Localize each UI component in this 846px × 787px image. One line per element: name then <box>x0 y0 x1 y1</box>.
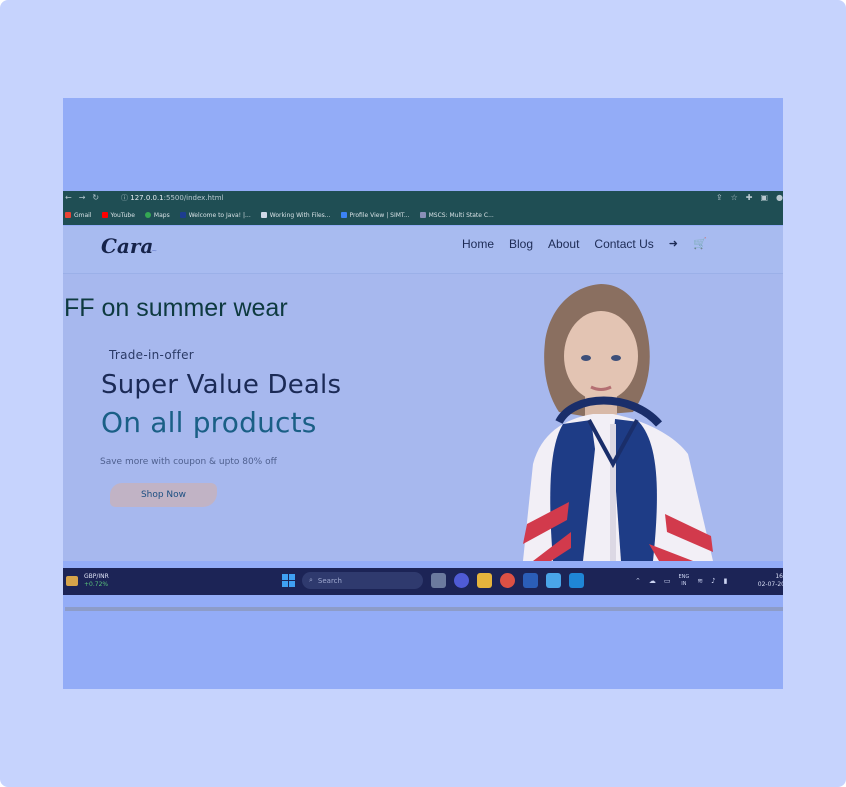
promo-marquee: FF on summer wear <box>64 294 288 322</box>
bookmark-label: Gmail <box>74 211 92 219</box>
time: 16: <box>775 573 783 580</box>
url-host: 127.0.0.1 <box>130 194 164 202</box>
bookmarks-bar: Gmail YouTube Maps Welcome to Java! |...… <box>63 205 783 225</box>
logo-flourish: ~ <box>151 247 158 255</box>
vscode-icon[interactable] <box>569 573 584 588</box>
back-icon[interactable]: ← <box>65 193 72 203</box>
hero-section: FF on summer wear Trade-in-offer Super V… <box>63 274 783 611</box>
hero-subheading: Trade-in-offer <box>109 348 194 362</box>
volume-icon[interactable]: ♪ <box>711 577 715 585</box>
stock-text: GBP/INR +0.72% <box>84 573 109 589</box>
stock-icon <box>66 576 78 586</box>
wifi-icon[interactable]: ≋ <box>697 577 703 585</box>
java-icon <box>179 212 186 218</box>
url-path: :5500/index.html <box>163 194 224 202</box>
maps-icon <box>144 212 151 218</box>
youtube-icon <box>101 212 108 218</box>
search-label: Search <box>317 576 342 585</box>
bookmark-profile[interactable]: Profile View | SIMT... <box>340 211 410 219</box>
browser-actions: ⇪ ☆ ✚ ▣ ● <box>716 192 783 203</box>
bookmark-java[interactable]: Welcome to Java! |... <box>179 211 251 219</box>
language-code: ENG <box>678 574 690 580</box>
site-logo[interactable]: Cara~ <box>101 234 157 258</box>
bookmark-gmail[interactable]: Gmail <box>65 212 92 219</box>
nav-about[interactable]: About <box>548 237 579 251</box>
battery-icon[interactable]: ▮ <box>724 577 728 585</box>
nav-home[interactable]: Home <box>462 237 494 251</box>
start-button[interactable] <box>282 574 295 587</box>
shop-now-button[interactable]: Shop Now <box>110 483 217 507</box>
stock-widget[interactable]: GBP/INR +0.72% <box>66 573 109 589</box>
website: Cara~ Home Blog About Contact Us ➜ 🛒 FF … <box>63 226 783 611</box>
search-icon: ⌕ <box>309 576 313 584</box>
language-indicator[interactable]: ENG IN <box>679 574 690 588</box>
taskbar-search[interactable]: ⌕ Search <box>302 572 423 589</box>
hero-highlight: On all products <box>101 406 317 439</box>
windows-logo-pane <box>289 574 295 580</box>
keyboard-icon[interactable]: ▭ <box>664 577 671 585</box>
forward-icon[interactable]: → <box>79 193 86 203</box>
bookmark-label: Profile View | SIMT... <box>349 211 410 219</box>
files-icon <box>260 212 267 218</box>
bookmark-mscs[interactable]: MSCS: Multi State C... <box>419 211 494 219</box>
date: 02-07-20 <box>757 581 783 588</box>
page-background: ← → ↻ ⓘ 127.0.0.1:5500/index.html ⇪ ☆ ✚ … <box>0 0 846 787</box>
browser-nav: ← → ↻ <box>65 193 99 203</box>
notepad-icon[interactable] <box>546 573 561 588</box>
nav-blog[interactable]: Blog <box>509 237 533 251</box>
pinned-apps <box>431 573 584 588</box>
share-icon[interactable]: ⇪ <box>716 192 723 203</box>
file-explorer-icon[interactable] <box>477 573 492 588</box>
bookmark-youtube[interactable]: YouTube <box>101 211 135 219</box>
windows-taskbar: GBP/INR +0.72% ⌕ Search ⌃ ☁ ▭ ENG IN ≋ ♪… <box>63 568 783 595</box>
address-bar: ← → ↻ ⓘ 127.0.0.1:5500/index.html ⇪ ☆ ✚ … <box>63 191 783 205</box>
star-icon[interactable]: ☆ <box>731 192 738 203</box>
login-icon[interactable]: ➜ <box>669 237 678 251</box>
sidepanel-icon[interactable]: ▣ <box>760 192 768 203</box>
hero-model-image <box>523 284 713 561</box>
profile-icon[interactable]: ● <box>776 192 783 203</box>
bookmark-label: MSCS: Multi State C... <box>428 211 494 219</box>
cart-icon[interactable]: 🛒 <box>693 237 707 251</box>
region-code: IN <box>681 581 687 587</box>
mscs-icon <box>419 212 426 218</box>
screenshot: ← → ↻ ⓘ 127.0.0.1:5500/index.html ⇪ ☆ ✚ … <box>63 98 783 689</box>
site-header: Cara~ Home Blog About Contact Us ➜ 🛒 <box>63 226 783 274</box>
stock-change: +0.72% <box>84 581 109 588</box>
bookmark-label: Working With Files... <box>269 211 331 219</box>
extensions-icon[interactable]: ✚ <box>746 192 753 203</box>
teams-icon[interactable] <box>454 573 469 588</box>
weather-icon[interactable]: ☁ <box>649 577 656 585</box>
system-tray: ⌃ ☁ ▭ ENG IN ≋ ♪ ▮ <box>635 574 727 588</box>
bookmark-label: YouTube <box>110 211 135 219</box>
profile-bookmark-icon <box>340 212 347 218</box>
site-nav: Home Blog About Contact Us ➜ 🛒 <box>462 237 707 251</box>
info-icon[interactable]: ⓘ <box>121 194 128 202</box>
hero-heading: Super Value Deals <box>101 370 342 400</box>
reload-icon[interactable]: ↻ <box>92 193 99 203</box>
word-icon[interactable] <box>523 573 538 588</box>
task-view-icon[interactable] <box>431 573 446 588</box>
bookmark-maps[interactable]: Maps <box>144 211 170 219</box>
windows-logo-pane <box>282 581 288 587</box>
bookmark-label: Maps <box>153 211 170 219</box>
clock[interactable]: 16: 02-07-20 <box>758 573 783 589</box>
nav-contact[interactable]: Contact Us <box>594 237 653 251</box>
windows-logo-pane <box>289 581 295 587</box>
bookmark-files[interactable]: Working With Files... <box>260 211 331 219</box>
bookmark-label: Welcome to Java! |... <box>188 211 251 219</box>
gmail-icon <box>65 212 71 218</box>
horizontal-scrollbar[interactable] <box>65 607 783 611</box>
chevron-up-icon[interactable]: ⌃ <box>635 577 641 585</box>
hero-tagline: Save more with coupon & upto 80% off <box>100 457 277 467</box>
chrome-icon[interactable] <box>500 573 515 588</box>
url-field[interactable]: ⓘ 127.0.0.1:5500/index.html <box>121 193 224 203</box>
windows-logo-pane <box>282 574 288 580</box>
logo-text: Cara <box>101 234 154 258</box>
stock-name: GBP/INR <box>84 573 109 580</box>
